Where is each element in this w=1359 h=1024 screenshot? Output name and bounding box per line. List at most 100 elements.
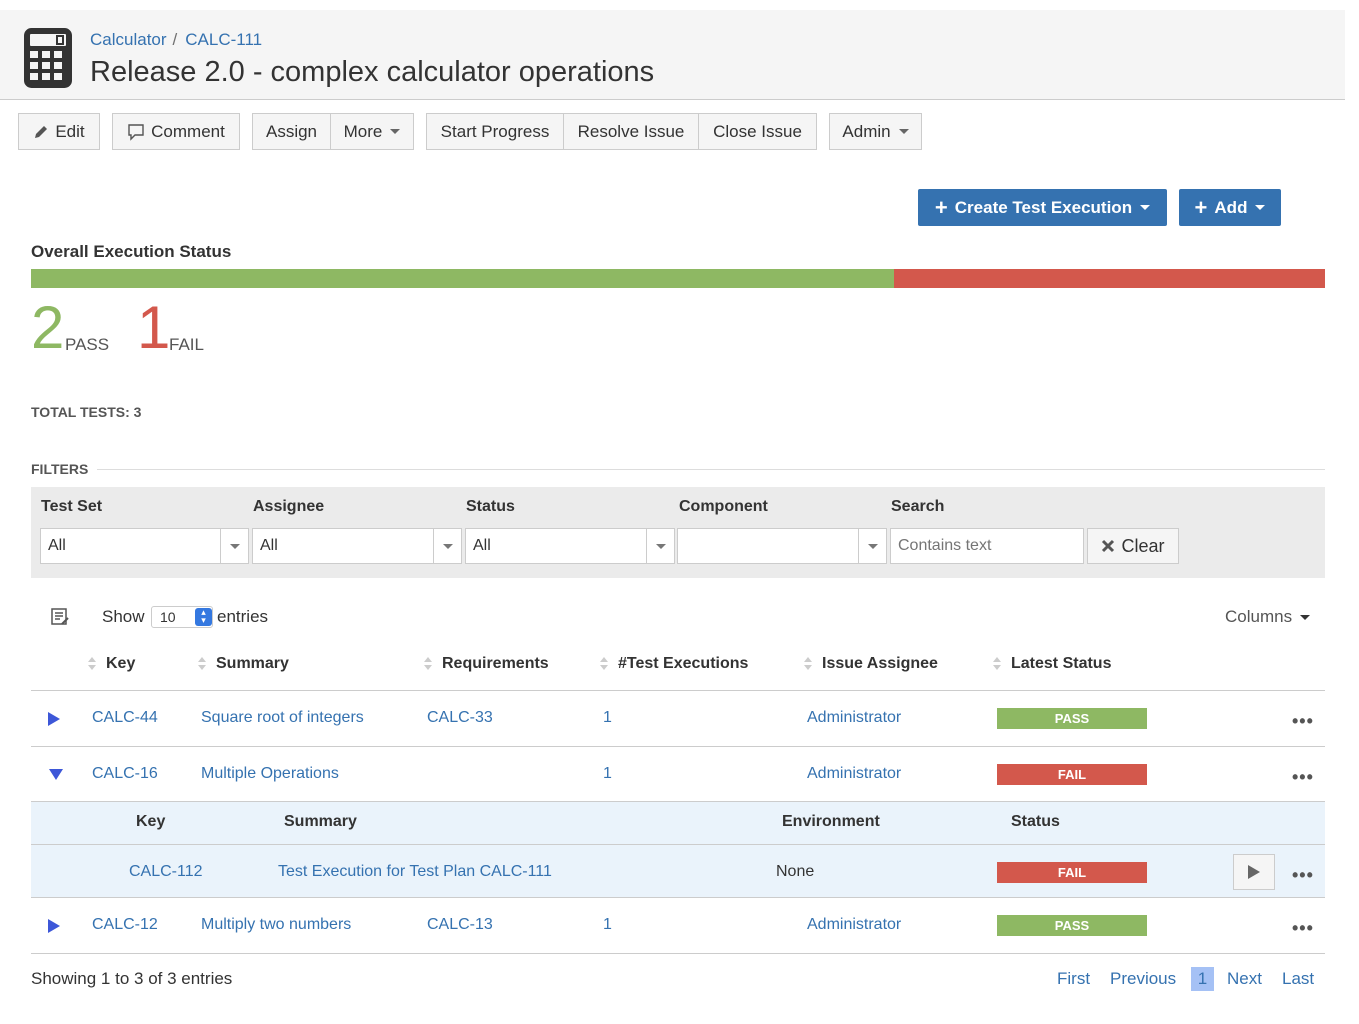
- column-header-issue-assignee[interactable]: Issue Assignee: [804, 655, 938, 673]
- row-executions-link[interactable]: 1: [603, 765, 612, 783]
- column-header-key[interactable]: Key: [88, 655, 135, 673]
- admin-button[interactable]: Admin: [829, 113, 922, 150]
- sub-header-key: Key: [136, 813, 166, 830]
- sort-icon: [600, 657, 608, 671]
- status-select[interactable]: All: [465, 528, 675, 564]
- row-summary-link[interactable]: Multiply two numbers: [201, 916, 351, 934]
- comment-button-label: Comment: [151, 121, 225, 141]
- sort-icon: [88, 657, 96, 671]
- sort-icon: [198, 657, 206, 671]
- more-icon[interactable]: •••: [1292, 918, 1314, 939]
- breadcrumb: Calculator / CALC-111: [90, 30, 262, 50]
- filter-panel: Test Set Assignee Status Component Searc…: [31, 487, 1325, 578]
- sub-row-key-link[interactable]: CALC-112: [129, 863, 203, 881]
- chevron-down-icon: [646, 529, 674, 563]
- assignee-label: Assignee: [253, 498, 325, 515]
- expand-icon[interactable]: [48, 712, 60, 726]
- breadcrumb-project-link[interactable]: Calculator: [90, 30, 167, 49]
- row-executions-link[interactable]: 1: [603, 916, 612, 934]
- comment-button[interactable]: Comment: [112, 113, 240, 150]
- chevron-down-icon: [1140, 205, 1151, 210]
- entries-value: 10: [160, 609, 176, 625]
- status-bar-pass: [31, 269, 894, 288]
- chevron-down-icon: [1255, 205, 1266, 210]
- status-bar-fail: [893, 269, 1325, 288]
- table-settings-icon[interactable]: [50, 607, 70, 627]
- edit-button[interactable]: Edit: [18, 113, 100, 150]
- pagination-next[interactable]: Next: [1227, 969, 1262, 989]
- assign-button[interactable]: Assign: [252, 113, 331, 150]
- row-summary-link[interactable]: Multiple Operations: [201, 765, 339, 783]
- stepper-icon: ▴ ▾: [195, 608, 212, 626]
- run-execution-button[interactable]: [1233, 854, 1275, 890]
- plus-icon: +: [934, 194, 948, 220]
- close-icon: [1102, 539, 1115, 553]
- row-executions-link[interactable]: 1: [603, 709, 612, 727]
- row-key-link[interactable]: CALC-12: [92, 916, 158, 934]
- sub-row-summary-link[interactable]: Test Execution for Test Plan CALC-111: [278, 863, 552, 881]
- row-summary-link[interactable]: Square root of integers: [201, 709, 364, 727]
- columns-button[interactable]: Columns: [1225, 607, 1311, 627]
- chevron-down-icon: [220, 529, 248, 563]
- pass-label: PASS: [65, 335, 110, 354]
- component-select[interactable]: [677, 528, 887, 564]
- row-key-link[interactable]: CALC-16: [92, 765, 158, 783]
- test-set-select[interactable]: All: [40, 528, 249, 564]
- assignee-select[interactable]: All: [252, 528, 462, 564]
- clear-button[interactable]: Clear: [1087, 528, 1179, 564]
- sub-header-environment: Environment: [782, 813, 880, 830]
- chevron-down-icon: [433, 529, 461, 563]
- column-header-summary[interactable]: Summary: [198, 655, 289, 673]
- columns-label: Columns: [1225, 607, 1293, 626]
- pagination-first[interactable]: First: [1057, 969, 1090, 989]
- row-assignee-link[interactable]: Administrator: [807, 916, 901, 934]
- fail-label: FAIL: [169, 335, 204, 354]
- create-test-execution-label: Create Test Execution: [954, 197, 1133, 217]
- test-executions-subtable: Key Summary Environment Status CALC-112 …: [31, 802, 1325, 897]
- chevron-down-icon: [898, 129, 909, 134]
- column-header-latest-status[interactable]: Latest Status: [993, 655, 1111, 673]
- column-header-label: Key: [106, 655, 136, 672]
- more-button[interactable]: More: [330, 113, 414, 150]
- calculator-icon: [24, 28, 72, 88]
- more-icon[interactable]: •••: [1292, 865, 1314, 886]
- row-requirements-link[interactable]: CALC-13: [427, 916, 493, 934]
- sub-header-status: Status: [1011, 813, 1060, 830]
- chevron-down-icon: [390, 129, 401, 134]
- column-header-test-executions[interactable]: #Test Executions: [600, 655, 748, 673]
- create-test-execution-button[interactable]: + Create Test Execution: [918, 189, 1167, 226]
- test-set-label: Test Set: [41, 498, 103, 515]
- add-button[interactable]: + Add: [1179, 189, 1281, 226]
- start-progress-button[interactable]: Start Progress: [426, 113, 564, 150]
- status-badge: FAIL: [997, 862, 1147, 883]
- pagination-last[interactable]: Last: [1282, 969, 1314, 989]
- pagination-previous[interactable]: Previous: [1110, 969, 1176, 989]
- status-label: Status: [466, 498, 515, 515]
- overall-status-title: Overall Execution Status: [31, 242, 232, 261]
- breadcrumb-issue-link[interactable]: CALC-111: [185, 30, 262, 49]
- row-key-link[interactable]: CALC-44: [92, 709, 158, 727]
- more-icon[interactable]: •••: [1292, 711, 1314, 732]
- assignee-value: All: [260, 537, 278, 554]
- close-issue-button[interactable]: Close Issue: [698, 113, 817, 150]
- entries-select[interactable]: 10 ▴ ▾: [151, 606, 213, 628]
- assign-more-group: Assign More: [252, 113, 414, 150]
- column-header-requirements[interactable]: Requirements: [424, 655, 549, 673]
- table-controls: Show 10 ▴ ▾ entries Columns: [31, 600, 1325, 632]
- more-icon[interactable]: •••: [1292, 767, 1314, 788]
- execution-status-bar: [31, 269, 1325, 288]
- show-label: Show: [102, 607, 145, 626]
- status-badge: PASS: [997, 708, 1147, 729]
- chevron-down-icon: [1300, 614, 1311, 620]
- component-label: Component: [679, 498, 768, 515]
- resolve-issue-button[interactable]: Resolve Issue: [563, 113, 699, 150]
- row-assignee-link[interactable]: Administrator: [807, 709, 901, 727]
- pagination-current-page[interactable]: 1: [1191, 967, 1214, 991]
- search-input[interactable]: [890, 528, 1084, 564]
- test-set-value: All: [48, 537, 66, 554]
- row-assignee-link[interactable]: Administrator: [807, 765, 901, 783]
- expand-icon[interactable]: [48, 919, 60, 933]
- issue-header: Calculator / CALC-111 Release 2.0 - comple…: [0, 10, 1345, 100]
- collapse-icon[interactable]: [49, 769, 63, 780]
- row-requirements-link[interactable]: CALC-33: [427, 709, 493, 727]
